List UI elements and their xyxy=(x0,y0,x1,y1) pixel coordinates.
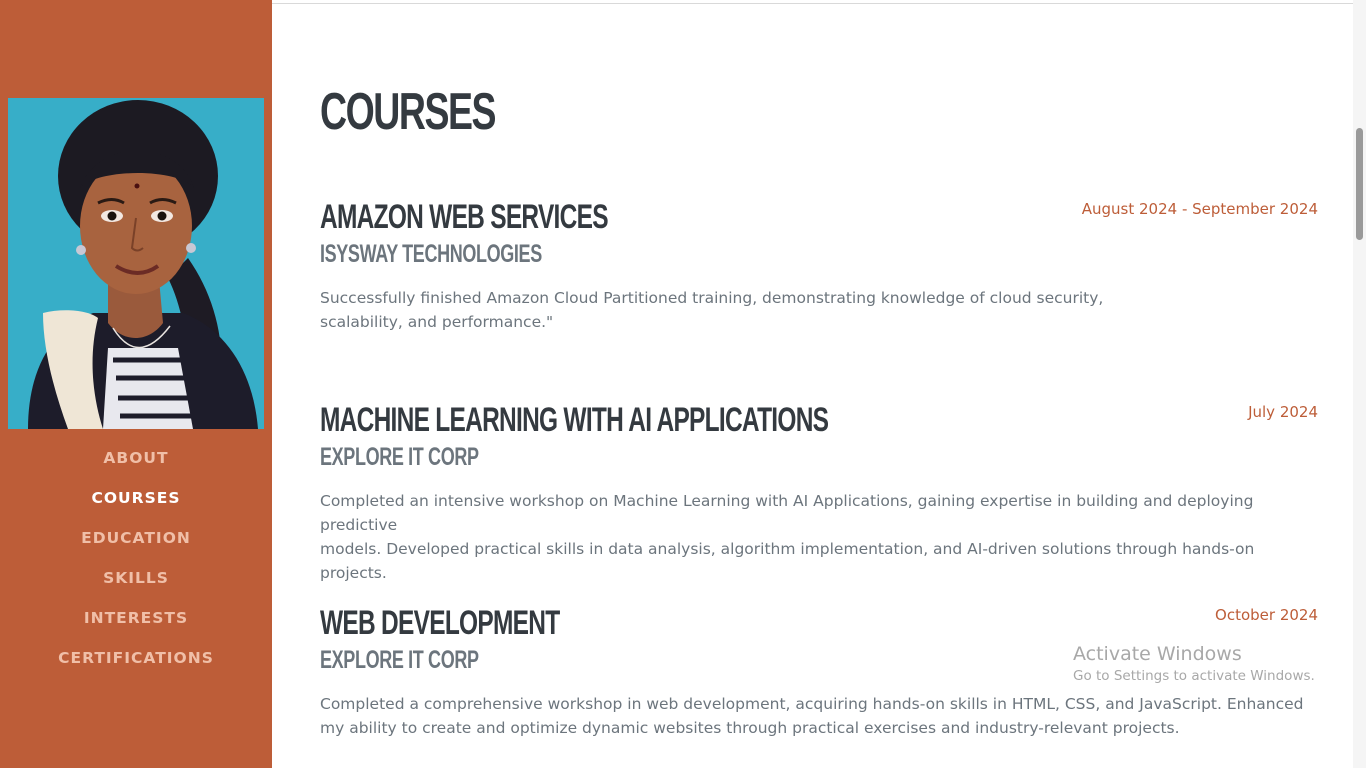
course-title: AMAZON WEB SERVICES xyxy=(320,198,609,236)
nav-about[interactable]: ABOUT xyxy=(0,440,272,480)
top-divider xyxy=(272,3,1353,4)
course-date: August 2024 - September 2024 xyxy=(1081,200,1318,218)
sidebar: ABOUT COURSES EDUCATION SKILLS INTERESTS… xyxy=(0,0,272,768)
course-org: EXPLORE IT CORP xyxy=(320,646,479,674)
nav-skills[interactable]: SKILLS xyxy=(0,560,272,600)
page-title: COURSES xyxy=(320,83,497,141)
course-desc-line: models. Developed practical skills in da… xyxy=(320,540,1255,582)
nav-certifications[interactable]: CERTIFICATIONS xyxy=(0,640,272,680)
vertical-scrollbar[interactable] xyxy=(1353,0,1366,768)
scrollbar-thumb[interactable] xyxy=(1356,128,1363,240)
course-title: MACHINE LEARNING WITH AI APPLICATIONS xyxy=(320,401,829,439)
course-title: WEB DEVELOPMENT xyxy=(320,604,560,642)
course-org: EXPLORE IT CORP xyxy=(320,443,479,471)
watermark-title: Activate Windows xyxy=(1073,643,1242,665)
sidebar-nav: ABOUT COURSES EDUCATION SKILLS INTERESTS… xyxy=(0,440,272,680)
course-desc-line: Successfully finished Amazon Cloud Parti… xyxy=(320,289,1104,307)
watermark-subtitle: Go to Settings to activate Windows. xyxy=(1073,668,1315,684)
course-desc-line: scalability, and performance." xyxy=(320,313,554,331)
course-desc-line: my ability to create and optimize dynami… xyxy=(320,719,1180,737)
nav-courses[interactable]: COURSES xyxy=(0,480,272,520)
course-date: October 2024 xyxy=(1215,606,1318,624)
activate-windows-watermark: Activate Windows Go to Settings to activ… xyxy=(1073,642,1315,686)
nav-interests[interactable]: INTERESTS xyxy=(0,600,272,640)
nav-education[interactable]: EDUCATION xyxy=(0,520,272,560)
course-description: Completed an intensive workshop on Machi… xyxy=(320,489,1318,585)
course-description: Completed a comprehensive workshop in we… xyxy=(320,692,1304,740)
course-description: Successfully finished Amazon Cloud Parti… xyxy=(320,286,1103,334)
course-desc-line: Completed a comprehensive workshop in we… xyxy=(320,695,1304,713)
course-org: ISYSWAY TECHNOLOGIES xyxy=(320,240,542,268)
course-date: July 2024 xyxy=(1248,403,1318,421)
course-desc-line: Completed an intensive workshop on Machi… xyxy=(320,492,1254,534)
profile-photo xyxy=(8,98,264,429)
